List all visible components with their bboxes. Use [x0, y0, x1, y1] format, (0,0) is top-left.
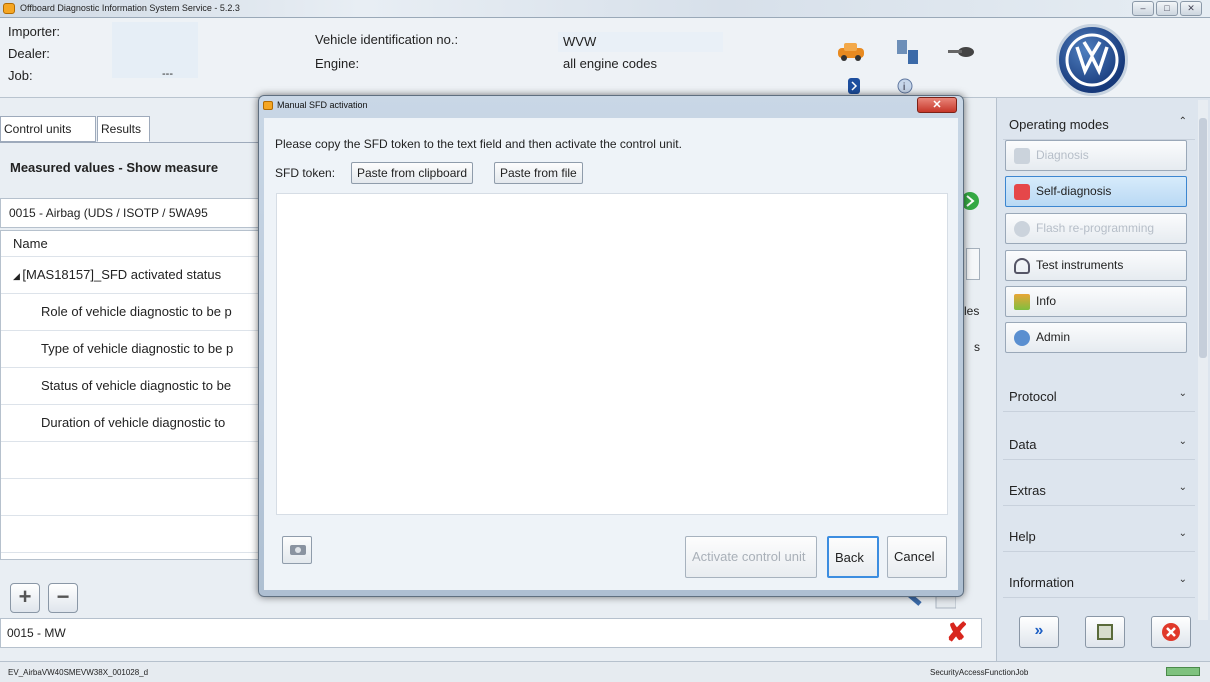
tab-control-units[interactable]: Control units	[0, 116, 96, 142]
importer-dealer-field	[112, 22, 198, 78]
sfd-token-label: SFD token:	[275, 166, 336, 180]
minimize-button[interactable]: –	[1132, 1, 1154, 16]
app-icon	[3, 3, 15, 14]
window-controls: – □ ✕	[1132, 1, 1202, 16]
table-row[interactable]: Duration of vehicle diagnostic to	[1, 405, 261, 442]
dealer-label: Dealer:	[8, 46, 50, 61]
manual-sfd-dialog: Manual SFD activation ✕ Please copy the …	[258, 95, 964, 597]
table-row[interactable]: Status of vehicle diagnostic to be	[1, 368, 261, 405]
admin-button[interactable]: Admin	[1005, 322, 1187, 353]
book-icon	[1014, 294, 1030, 310]
exit-icon	[1162, 623, 1180, 641]
column-header-name[interactable]: Name	[1, 231, 261, 257]
dialog-body: Please copy the SFD token to the text fi…	[264, 118, 958, 590]
section-title: Measured values - Show measure	[10, 160, 219, 175]
sidebar-scrollbar[interactable]	[1198, 100, 1208, 620]
camera-button[interactable]	[282, 536, 312, 564]
operating-modes-header[interactable]: Operating modes ⌃	[1003, 108, 1195, 140]
extras-section[interactable]: Extras ⌄	[1003, 474, 1195, 506]
bluetooth-icon[interactable]	[848, 78, 860, 94]
close-window-button[interactable]: ✕	[1180, 1, 1202, 16]
battery-icon	[1166, 667, 1200, 676]
expand-chevron-icon[interactable]: ⌄	[1179, 528, 1187, 539]
info-small-icon[interactable]: i	[896, 78, 914, 94]
engine-label: Engine:	[315, 56, 360, 71]
vw-logo	[1056, 24, 1128, 96]
self-diagnosis-button[interactable]: Self-diagnosis	[1005, 176, 1187, 207]
vin-value: WVW	[563, 34, 597, 49]
flash-reprogramming-button: Flash re-programming	[1005, 213, 1187, 244]
tab-results[interactable]: Results	[97, 116, 150, 142]
behind-button[interactable]	[966, 248, 980, 280]
instruction-text: Please copy the SFD token to the text fi…	[275, 137, 682, 151]
help-section[interactable]: Help ⌄	[1003, 520, 1195, 552]
status-left-text: EV_AirbaVW40SMEVW38X_001028_d	[8, 668, 149, 677]
exit-button[interactable]	[1151, 616, 1191, 648]
screenshot-button[interactable]	[1085, 616, 1125, 648]
window-title: Offboard Diagnostic Information System S…	[20, 3, 240, 13]
information-section[interactable]: Information ⌄	[1003, 566, 1195, 598]
sfd-token-textarea[interactable]	[276, 193, 948, 515]
behind-text-les: les	[964, 304, 980, 318]
gauge-icon	[1014, 258, 1030, 274]
flash-icon	[1014, 221, 1030, 237]
bottom-field[interactable]: 0015 - MW	[0, 618, 982, 648]
data-section[interactable]: Data ⌄	[1003, 428, 1195, 460]
collapse-icon[interactable]: ◢	[13, 271, 22, 281]
expand-chevron-icon[interactable]: ⌄	[1179, 574, 1187, 585]
paste-from-file-button[interactable]: Paste from file	[494, 162, 583, 184]
right-sidebar: Operating modes ⌃ Diagnosis Self-diagnosi…	[996, 98, 1210, 661]
dialog-title: Manual SFD activation	[277, 100, 368, 110]
self-diagnosis-icon	[1014, 184, 1030, 200]
info-button[interactable]: Info	[1005, 286, 1187, 317]
table-row[interactable]: Role of vehicle diagnostic to be p	[1, 294, 261, 331]
diagnosis-icon	[1014, 148, 1030, 164]
paste-from-clipboard-button[interactable]: Paste from clipboard	[351, 162, 474, 184]
forward-button[interactable]: »	[1019, 616, 1059, 648]
table-row[interactable]: Type of vehicle diagnostic to be p	[1, 331, 261, 368]
vehicle-icon[interactable]	[836, 40, 868, 62]
control-unit-selector[interactable]: 0015 - Airbag (UDS / ISOTP / 5WA95	[0, 198, 262, 228]
cancel-button[interactable]: Cancel	[887, 536, 947, 578]
protocol-section[interactable]: Protocol ⌄	[1003, 380, 1195, 412]
expand-chevron-icon[interactable]: ⌄	[1179, 436, 1187, 447]
importer-label: Importer:	[8, 24, 61, 39]
table-row[interactable]	[1, 442, 261, 479]
status-right-text: SecurityAccessFunctionJob	[930, 668, 1029, 677]
dialog-app-icon	[263, 101, 273, 110]
admin-icon	[1014, 330, 1030, 346]
camera-icon	[290, 545, 306, 555]
diagnosis-button: Diagnosis	[1005, 140, 1187, 171]
vin-label: Vehicle identification no.:	[315, 32, 459, 47]
status-bar: EV_AirbaVW40SMEVW38X_001028_d SecurityAc…	[0, 661, 1210, 682]
job-label: Job:	[8, 68, 33, 83]
engine-value: all engine codes	[563, 56, 657, 71]
collapse-chevron-icon[interactable]: ⌃	[1179, 116, 1187, 127]
behind-text-s: s	[974, 340, 980, 354]
dialog-close-button[interactable]: ✕	[917, 97, 957, 113]
table-row[interactable]	[1, 516, 261, 553]
add-button[interactable]: +	[10, 583, 40, 613]
activate-control-unit-button: Activate control unit	[685, 536, 817, 578]
remove-button[interactable]: −	[48, 583, 78, 613]
table-row[interactable]	[1, 479, 261, 516]
job-value: ---	[162, 68, 173, 80]
frame-icon	[1097, 624, 1113, 640]
maximize-button[interactable]: □	[1156, 1, 1178, 16]
test-instruments-button[interactable]: Test instruments	[1005, 250, 1187, 281]
measured-values-table: Name ◢ [MAS18157]_SFD activated status R…	[0, 230, 262, 560]
probe-icon[interactable]	[946, 40, 976, 62]
scrollbar-thumb[interactable]	[1199, 118, 1207, 358]
cancel-red-x-icon[interactable]: ✘	[946, 617, 968, 648]
tab-divider	[0, 142, 260, 143]
expand-chevron-icon[interactable]: ⌄	[1179, 388, 1187, 399]
table-row[interactable]: ◢ [MAS18157]_SFD activated status	[1, 257, 261, 294]
title-bar: Offboard Diagnostic Information System S…	[0, 0, 1210, 18]
expand-chevron-icon[interactable]: ⌄	[1179, 482, 1187, 493]
svg-text:i: i	[903, 82, 905, 93]
back-button[interactable]: Back	[827, 536, 879, 578]
network-icon[interactable]	[894, 38, 922, 66]
header: Importer: Dealer: Job: --- Vehicle ident…	[0, 18, 1210, 98]
